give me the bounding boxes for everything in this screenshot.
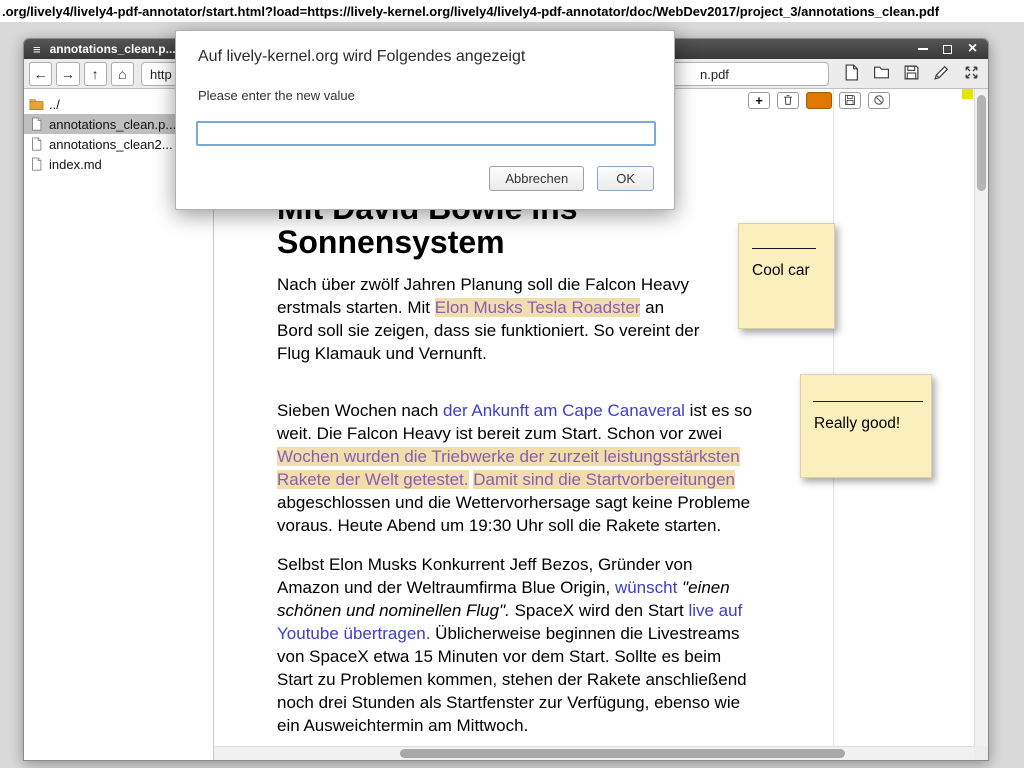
horizontal-scrollbar-thumb[interactable] [400,749,845,758]
sticky-note[interactable]: Really good! [800,374,932,478]
save-icon [844,94,856,108]
maximize-button[interactable] [941,43,954,56]
text-run: "einen [682,578,730,597]
minimize-icon [918,48,928,50]
highlighted-text: Rakete der Welt getestet. [277,470,469,489]
sidebar-item-label: annotations_clean.p... [49,117,176,132]
expand-icon [963,64,980,84]
text-run: Bord soll sie zeigen, dass sie funktioni… [277,321,699,340]
text-run: weit. Die Falcon Heavy ist bereit zum St… [277,424,722,443]
text-link[interactable]: der Ankunft am Cape Canaveral [443,401,685,420]
save-icon [903,64,920,84]
screen: .org/lively4/lively4-pdf-annotator/start… [0,0,1024,768]
maximize-icon [943,45,952,54]
highlighted-text: Wochen wurden die Triebwerke der zurzeit… [277,447,740,466]
text-run: Sieben Wochen nach [277,401,443,420]
edit-button[interactable] [929,62,953,86]
text-run: Flug Klamauk und Vernunft. [277,344,487,363]
sticky-note-text: Really good! [814,415,931,433]
expand-button[interactable] [959,62,983,86]
text-run: an [640,298,664,317]
dialog-title: Auf lively-kernel.org wird Folgendes ang… [198,48,652,66]
file-icon [29,117,44,131]
cancel-annotation-button[interactable] [868,92,890,109]
dialog-input[interactable] [196,121,656,146]
folder-icon [873,64,890,84]
text-run: Amazon und der Weltraumfirma Blue Origin… [277,578,615,597]
note-line [752,248,816,249]
minimize-button[interactable] [916,43,929,56]
text-run: Nach über zwölf Jahren Planung soll die … [277,275,689,294]
sidebar-item-label: index.md [49,157,102,172]
sidebar-item-label: annotations_clean2... [49,137,173,152]
url-text-end: n.pdf [700,67,729,82]
paragraph: Sieben Wochen nach der Ankunft am Cape C… [277,399,877,537]
sidebar-item-label: ../ [49,97,60,112]
text-link[interactable]: live auf [688,601,742,620]
sticky-note[interactable]: Cool car [738,223,835,329]
folder-icon [29,97,44,111]
text-run: noch drei Stunden als Startfenster zur V… [277,693,740,712]
text-link[interactable]: wünscht [615,578,677,597]
menu-icon[interactable]: ≡ [33,42,41,57]
highlighted-text: Elon Musks Tesla Roadster [435,298,641,317]
text-run: erstmals starten. Mit [277,298,435,317]
horizontal-scrollbar[interactable] [214,746,974,760]
dialog-buttons: Abbrechen OK [489,166,654,191]
browser-address-line: .org/lively4/lively4-pdf-annotator/start… [0,0,1024,22]
trash-icon [782,94,794,108]
scroll-marker[interactable] [962,89,973,99]
new-file-button[interactable] [839,62,863,86]
cancel-button[interactable]: Abbrechen [489,166,584,191]
note-line [813,401,923,402]
sticky-note-text: Cool car [752,262,834,280]
text-link[interactable]: Youtube übertragen. [277,624,430,643]
vertical-scrollbar-thumb[interactable] [977,95,986,191]
page-url-text: .org/lively4/lively4-pdf-annotator/start… [2,4,939,19]
save-file-button[interactable] [899,62,923,86]
ban-icon [873,94,885,108]
paragraph: Selbst Elon Musks Konkurrent Jeff Bezos,… [277,553,877,737]
file-icon [29,137,44,151]
highlighted-text: Damit sind die Startvorbereitungen [473,470,735,489]
toolbar-actions [839,62,983,86]
text-run: von SpaceX etwa 15 Minuten vor dem Start… [277,647,721,666]
annotation-toolbar: + [748,92,890,109]
text-run: SpaceX wird den Start [510,601,689,620]
add-annotation-button[interactable]: + [748,92,770,109]
pencil-icon [933,64,950,84]
home-button[interactable]: ⌂ [111,62,134,86]
text-run: ist es so [685,401,752,420]
new-file-icon [843,64,860,84]
delete-annotation-button[interactable] [777,92,799,109]
save-annotations-button[interactable] [839,92,861,109]
text-run: Start zu Problemen kommen, stehen der Ra… [277,670,747,689]
text-run: ein Ausweichtermin am Mittwoch. [277,716,528,735]
text-run: Selbst Elon Musks Konkurrent Jeff Bezos,… [277,555,692,574]
vertical-scrollbar[interactable] [974,89,988,746]
close-button[interactable]: × [966,43,979,56]
file-icon [29,157,44,171]
dialog-prompt: Please enter the new value [198,88,652,103]
ok-button[interactable]: OK [597,166,654,191]
highlight-color-swatch[interactable] [806,92,832,109]
article-body: Nach über zwölf Jahren Planung soll die … [277,273,877,737]
forward-button[interactable]: → [56,62,79,86]
text-run: voraus. Heute Abend um 19:30 Uhr soll di… [277,516,721,535]
text-run: Üblicherweise beginnen die Livestreams [430,624,739,643]
window-controls: × [916,43,979,56]
scrollbar-corner [974,746,988,760]
prompt-dialog: Auf lively-kernel.org wird Folgendes ang… [175,30,675,210]
back-button[interactable]: ← [29,62,52,86]
text-run: schönen und nominellen Flug". [277,601,510,620]
up-button[interactable]: ↑ [84,62,107,86]
text-run: abgeschlossen und die Wettervorhersage s… [277,493,750,512]
open-folder-button[interactable] [869,62,893,86]
url-text-start: http [150,67,172,82]
